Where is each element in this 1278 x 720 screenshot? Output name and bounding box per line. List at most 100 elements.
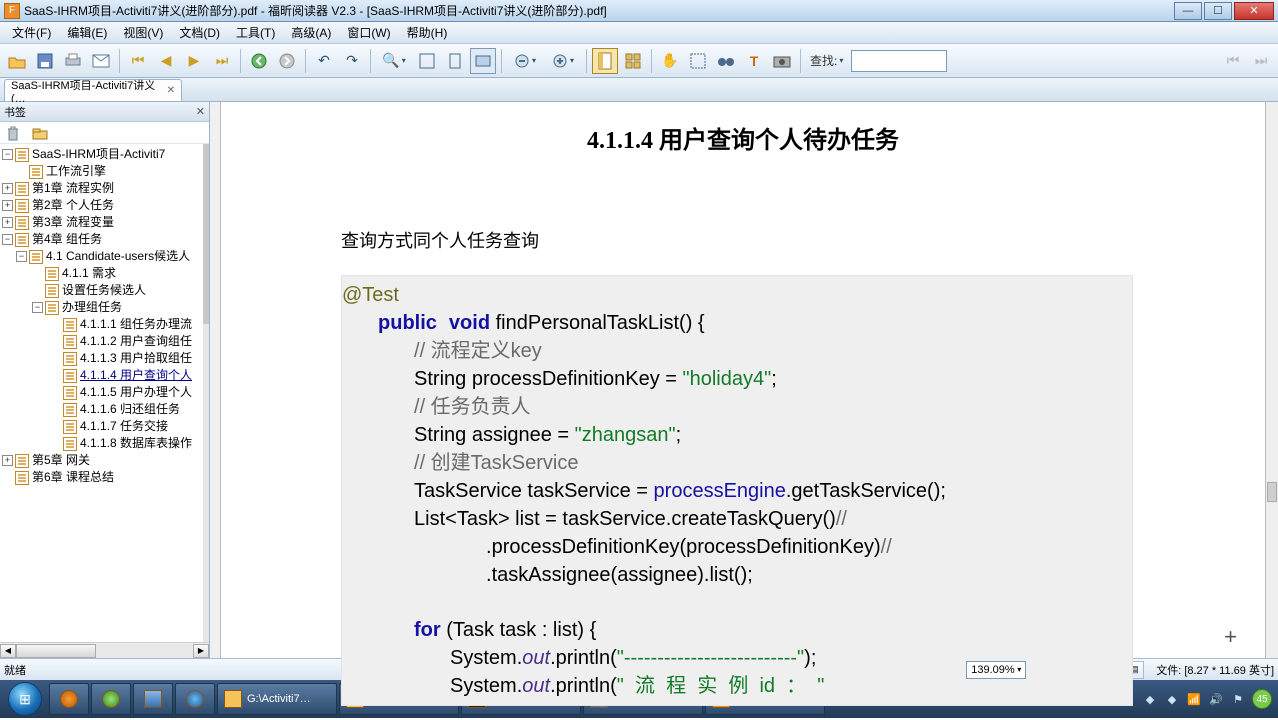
bookmark-item[interactable]: 第6章 课程总结: [32, 469, 114, 486]
toolbar: ⏮ ◀ ▶ ⏭ ↶ ↷ 🔍▾ ▾ ▾ ✋ T 查找: ▾ ⏮ ⏭: [0, 44, 1278, 78]
bookmark-item[interactable]: 4.1.1.5 用户办理个人: [80, 384, 192, 401]
bookmark-item[interactable]: 4.1.1.3 用户拾取组任: [80, 350, 192, 367]
menu-bar: 文件(F) 编辑(E) 视图(V) 文档(D) 工具(T) 高级(A) 窗口(W…: [0, 22, 1278, 44]
tray-app-icon[interactable]: ◆: [1142, 691, 1158, 707]
menu-view[interactable]: 视图(V): [115, 22, 171, 43]
zoom-out-icon[interactable]: ▾: [507, 48, 543, 74]
fit-page-icon[interactable]: [442, 48, 468, 74]
bookmark-item[interactable]: 第1章 流程实例: [32, 180, 114, 197]
bookmark-item[interactable]: 4.1.1.8 数据库表操作: [80, 435, 192, 452]
email-icon[interactable]: [88, 48, 114, 74]
sidebar-hscrollbar[interactable]: ◀ ▶: [0, 642, 209, 658]
menu-help[interactable]: 帮助(H): [399, 22, 456, 43]
taskbar-pinned-app[interactable]: [49, 683, 89, 715]
prev-page-icon[interactable]: ◀: [153, 48, 179, 74]
document-view[interactable]: 4.1.1.4 用户查询个人待办任务 查询方式同个人任务查询 @Test pub…: [210, 102, 1278, 658]
taskbar-pinned-browser[interactable]: [91, 683, 131, 715]
bookmark-item[interactable]: 第3章 流程变量: [32, 214, 114, 231]
bookmark-item[interactable]: SaaS-IHRM项目-Activiti7: [32, 146, 165, 163]
scroll-left-icon[interactable]: ◀: [0, 644, 16, 658]
zoom-in-icon[interactable]: ▾: [545, 48, 581, 74]
taskbar-window-explorer1[interactable]: G:\Activiti7…: [217, 683, 337, 715]
next-page-icon[interactable]: ▶: [181, 48, 207, 74]
forward-icon[interactable]: [274, 48, 300, 74]
tray-app-icon[interactable]: ◆: [1164, 691, 1180, 707]
add-annotation-icon[interactable]: +: [1224, 624, 1237, 650]
sidebar-close-icon[interactable]: ✕: [196, 105, 205, 118]
collapse-icon[interactable]: −: [16, 251, 27, 262]
bookmark-item[interactable]: 设置任务候选人: [62, 282, 146, 299]
menu-file[interactable]: 文件(F): [4, 22, 59, 43]
bookmark-item[interactable]: 工作流引擎: [46, 163, 106, 180]
bookmark-item[interactable]: 第5章 网关: [32, 452, 90, 469]
rotate-left-icon[interactable]: ↶: [311, 48, 337, 74]
save-icon[interactable]: [32, 48, 58, 74]
bookmark-item[interactable]: 4.1.1.7 任务交接: [80, 418, 168, 435]
back-icon[interactable]: [246, 48, 272, 74]
scroll-right-icon[interactable]: ▶: [193, 644, 209, 658]
start-button[interactable]: ⊞: [2, 680, 48, 718]
zoom-level-input[interactable]: 139.09%▾: [966, 661, 1026, 679]
zoom-tool-icon[interactable]: 🔍▾: [376, 48, 412, 74]
actual-size-icon[interactable]: [414, 48, 440, 74]
bookmark-item[interactable]: 4.1.1.6 归还组任务: [80, 401, 180, 418]
find-prev-icon[interactable]: ⏮: [1220, 48, 1246, 74]
open-icon[interactable]: [4, 48, 30, 74]
fit-width-icon[interactable]: [470, 48, 496, 74]
tray-volume-icon[interactable]: 🔊: [1208, 691, 1224, 707]
collapse-icon[interactable]: −: [2, 149, 13, 160]
find-next-icon[interactable]: ⏭: [1248, 48, 1274, 74]
menu-advanced[interactable]: 高级(A): [283, 22, 339, 43]
expand-icon[interactable]: +: [2, 200, 13, 211]
bookmark-item[interactable]: 4.1 Candidate-users候选人: [46, 248, 190, 265]
first-page-icon[interactable]: ⏮: [125, 48, 151, 74]
menu-tools[interactable]: 工具(T): [228, 22, 283, 43]
bookmark-tree: − SaaS-IHRM项目-Activiti7 工作流引擎 + 第1章 流程实例 +…: [0, 144, 209, 488]
page-icon: [15, 199, 29, 213]
text-select-icon[interactable]: T: [741, 48, 767, 74]
search-input[interactable]: [851, 50, 947, 72]
collapse-icon[interactable]: −: [2, 234, 13, 245]
rotate-right-icon[interactable]: ↷: [339, 48, 365, 74]
tray-flag-icon[interactable]: ⚑: [1230, 691, 1246, 707]
expand-all-icon[interactable]: [32, 126, 48, 140]
menu-window[interactable]: 窗口(W): [339, 22, 398, 43]
page-icon: [29, 165, 43, 179]
close-button[interactable]: ✕: [1234, 2, 1274, 20]
expand-icon[interactable]: +: [2, 217, 13, 228]
sidebar-vscrollbar[interactable]: [203, 144, 209, 642]
expand-icon[interactable]: +: [2, 183, 13, 194]
bookmark-item-selected[interactable]: 4.1.1.4 用户查询个人: [80, 367, 192, 384]
delete-bookmark-icon[interactable]: [6, 125, 20, 141]
bookmarks-icon[interactable]: [592, 48, 618, 74]
bookmark-item[interactable]: 办理组任务: [62, 299, 122, 316]
thumbnails-icon[interactable]: [620, 48, 646, 74]
maximize-button[interactable]: ☐: [1204, 2, 1232, 20]
menu-edit[interactable]: 编辑(E): [59, 22, 115, 43]
bookmark-item[interactable]: 第2章 个人任务: [32, 197, 114, 214]
collapse-icon[interactable]: −: [32, 302, 43, 313]
snapshot-icon[interactable]: [769, 48, 795, 74]
tray-network-icon[interactable]: 📶: [1186, 691, 1202, 707]
select-tool-icon[interactable]: [685, 48, 711, 74]
tray-battery-icon[interactable]: 45: [1252, 689, 1272, 709]
menu-doc[interactable]: 文档(D): [171, 22, 228, 43]
document-vscrollbar[interactable]: [1266, 102, 1278, 658]
bookmark-item[interactable]: 4.1.1.2 用户查询组任: [80, 333, 192, 350]
page-icon: [63, 403, 77, 417]
bookmark-item[interactable]: 4.1.1 需求: [62, 265, 116, 282]
search-options-dropdown[interactable]: ▾: [839, 56, 843, 65]
bookmark-item[interactable]: 第4章 组任务: [32, 231, 102, 248]
hand-tool-icon[interactable]: ✋: [657, 48, 683, 74]
taskbar-pinned-explorer[interactable]: [133, 683, 173, 715]
sidebar-title: 书签: [4, 104, 26, 120]
expand-icon[interactable]: +: [2, 455, 13, 466]
binoculars-icon[interactable]: [713, 48, 739, 74]
document-tab[interactable]: SaaS-IHRM项目-Activiti7讲义(… ✕: [4, 79, 182, 101]
print-icon[interactable]: [60, 48, 86, 74]
minimize-button[interactable]: —: [1174, 2, 1202, 20]
taskbar-pinned-media[interactable]: [175, 683, 215, 715]
tab-close-icon[interactable]: ✕: [167, 85, 175, 96]
bookmark-item[interactable]: 4.1.1.1 组任务办理流: [80, 316, 192, 333]
last-page-icon[interactable]: ⏭: [209, 48, 235, 74]
